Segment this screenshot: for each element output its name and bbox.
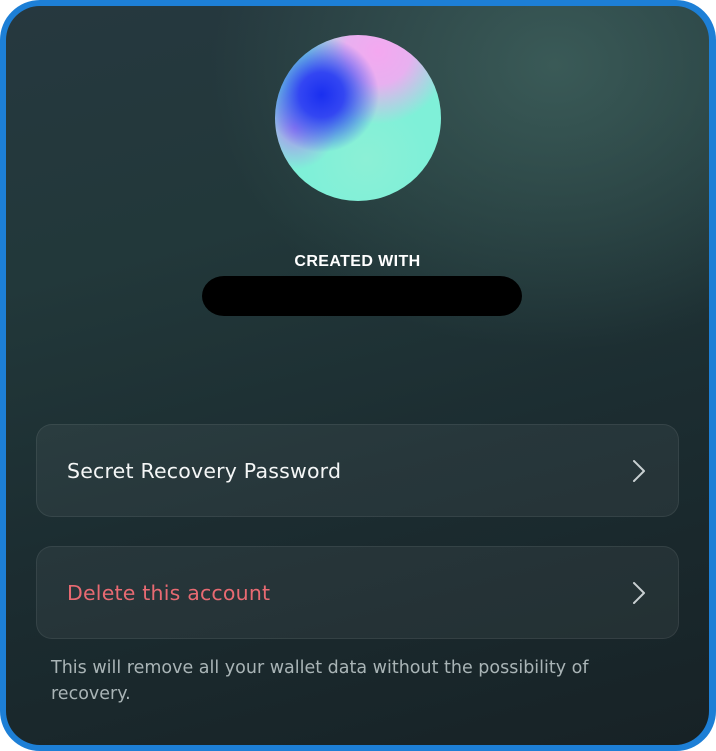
account-avatar <box>275 35 441 201</box>
secret-recovery-password-button[interactable]: Secret Recovery Password <box>36 424 679 517</box>
window-frame: CREATED WITH Secret Recovery Password De… <box>0 0 716 751</box>
created-with-label: CREATED WITH <box>294 253 421 270</box>
chevron-right-icon <box>628 458 650 484</box>
delete-account-button[interactable]: Delete this account <box>36 546 679 639</box>
redacted-wallet-name <box>202 276 522 316</box>
secret-recovery-password-label: Secret Recovery Password <box>67 458 342 483</box>
delete-warning-text: This will remove all your wallet data wi… <box>51 658 589 704</box>
account-settings-panel: CREATED WITH Secret Recovery Password De… <box>6 6 709 745</box>
delete-account-label: Delete this account <box>67 580 271 605</box>
chevron-right-icon <box>628 580 650 606</box>
